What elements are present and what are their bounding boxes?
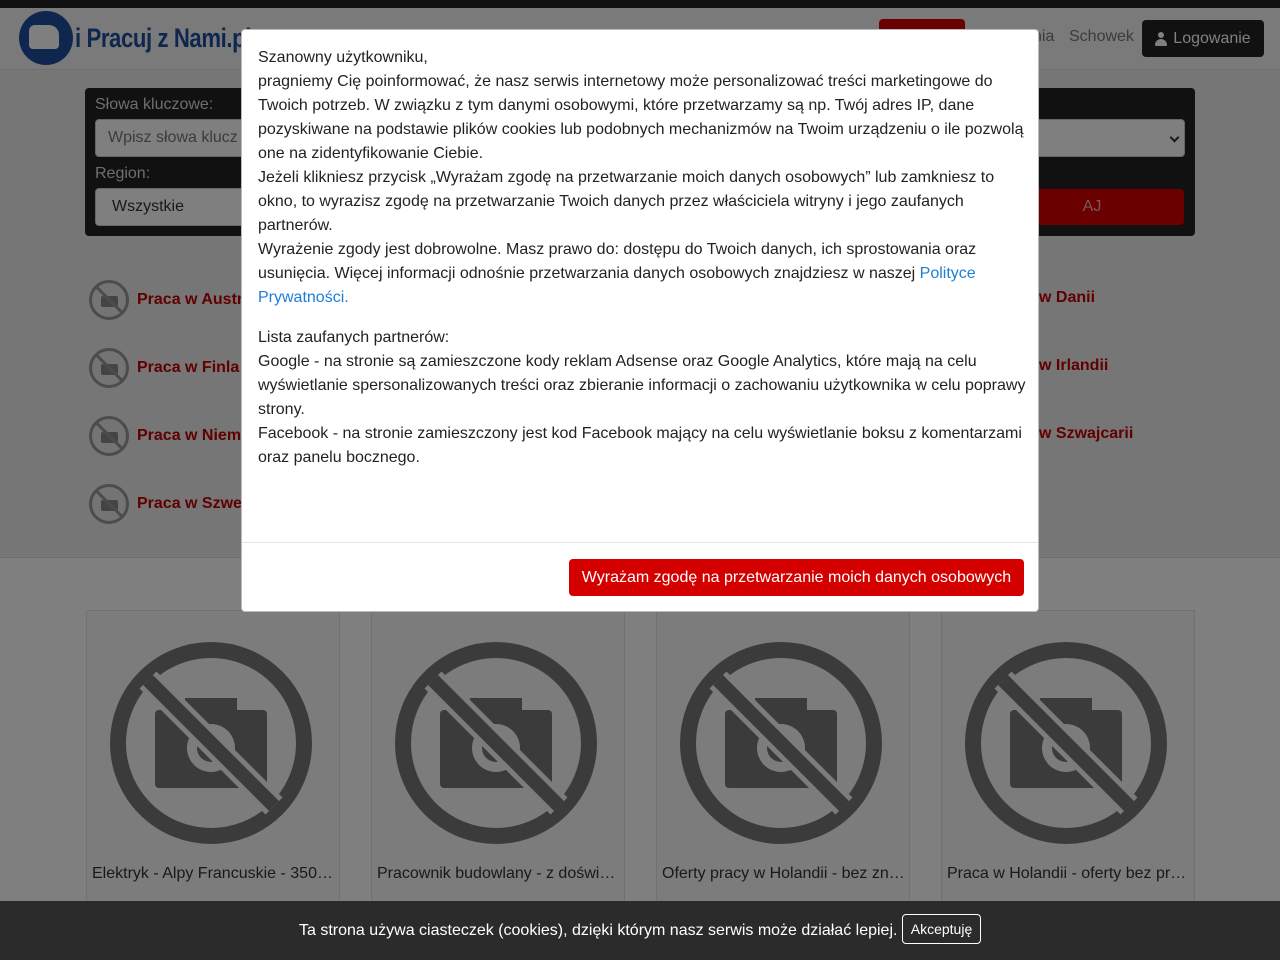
modal-paragraph-1: pragniemy Cię poinformować, że nasz serw… <box>258 73 1024 162</box>
modal-paragraph-2: Jeżeli klikniesz przycisk „Wyrażam zgodę… <box>258 169 995 234</box>
modal-body: Szanowny użytkowniku, pragniemy Cię poin… <box>258 46 1028 470</box>
cookie-text: Ta strona używa ciasteczek (cookies), dz… <box>299 922 898 939</box>
modal-paragraph-3-text: Wyrażenie zgody jest dobrowolne. Masz pr… <box>258 241 977 282</box>
gdpr-consent-modal: Szanowny użytkowniku, pragniemy Cię poin… <box>241 29 1039 612</box>
cookie-accept-button[interactable]: Akceptuję <box>902 914 981 944</box>
cookie-bar: Ta strona używa ciasteczek (cookies), dz… <box>0 901 1280 960</box>
partner-facebook: Facebook - na stronie zamieszczony jest … <box>258 425 1022 466</box>
modal-paragraph-3: Wyrażenie zgody jest dobrowolne. Masz pr… <box>258 238 1028 310</box>
partner-google: Google - na stronie są zamieszczone kody… <box>258 353 1026 418</box>
modal-footer-divider <box>242 542 1038 543</box>
partners-title: Lista zaufanych partnerów: <box>258 329 450 346</box>
modal-greeting: Szanowny użytkowniku, <box>258 49 428 66</box>
consent-button[interactable]: Wyrażam zgodę na przetwarzanie moich dan… <box>569 559 1024 596</box>
